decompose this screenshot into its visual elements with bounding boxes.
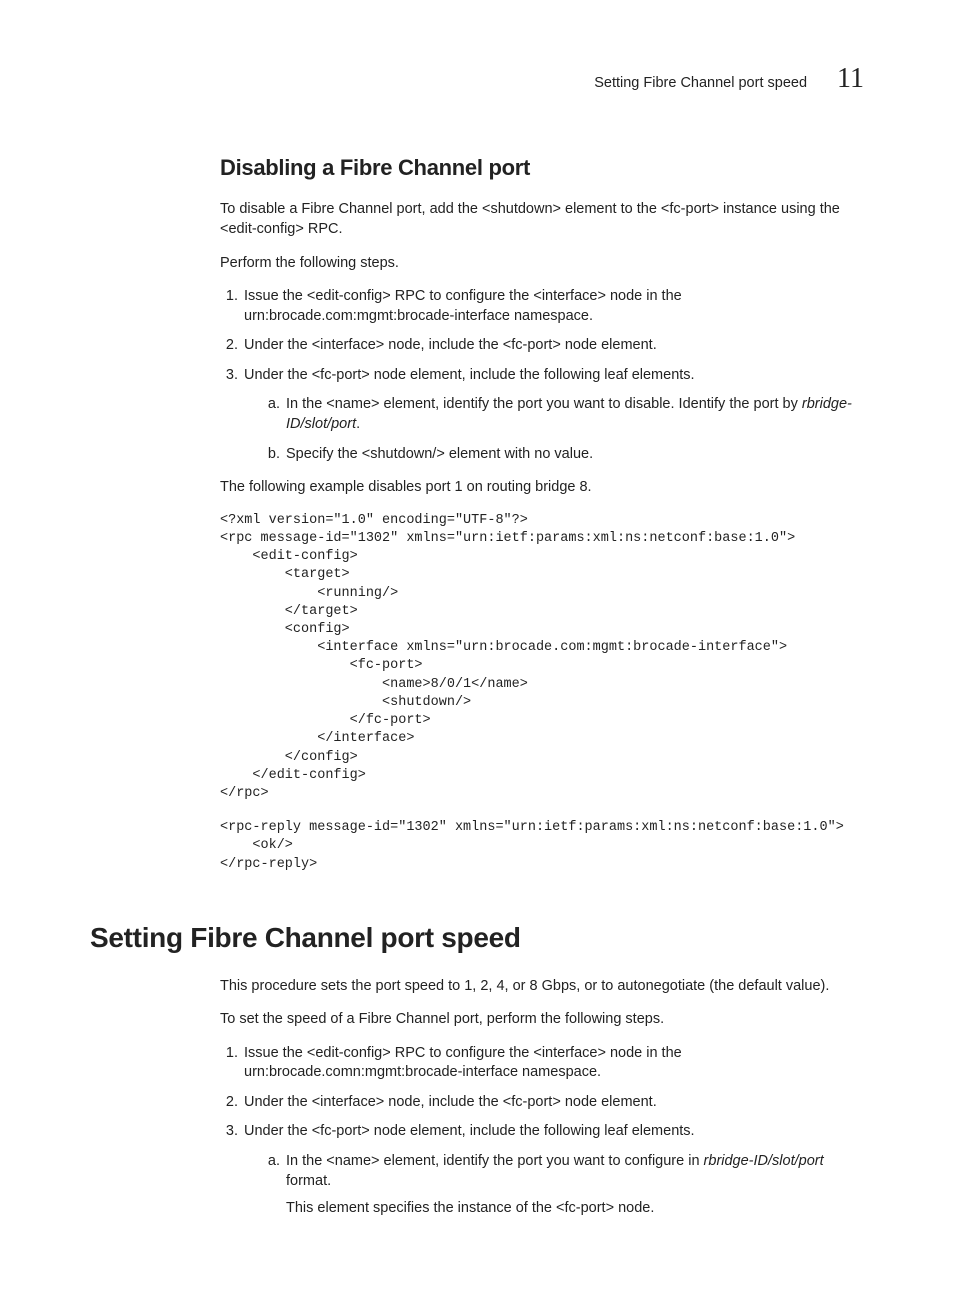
steps-list: Issue the <edit-config> RPC to configure… (220, 1044, 864, 1219)
step-item: Issue the <edit-config> RPC to configure… (242, 287, 864, 326)
substep-text: In the <name> element, identify the port… (286, 1153, 704, 1169)
steps-list: Issue the <edit-config> RPC to configure… (220, 287, 864, 464)
perform-paragraph: Perform the following steps. (220, 254, 864, 274)
section-body-port-speed: This procedure sets the port speed to 1,… (220, 977, 864, 1219)
step-item: Under the <interface> node, include the … (242, 336, 864, 356)
header-section-label: Setting Fibre Channel port speed (594, 74, 807, 94)
code-block-reply: <rpc-reply message-id="1302" xmlns="urn:… (220, 819, 864, 874)
section-heading-disable-port: Disabling a Fibre Channel port (220, 153, 864, 183)
substeps-list: In the <name> element, identify the port… (244, 395, 864, 464)
example-intro: The following example disables port 1 on… (220, 478, 864, 498)
step-item: Under the <fc-port> node element, includ… (242, 366, 864, 464)
substep-note: This element specifies the instance of t… (286, 1199, 864, 1219)
step-text: Under the <fc-port> node element, includ… (244, 1123, 695, 1139)
perform-paragraph: To set the speed of a Fibre Channel port… (220, 1010, 864, 1030)
substep-item: Specify the <shutdown/> element with no … (284, 445, 864, 465)
step-item: Under the <interface> node, include the … (242, 1093, 864, 1113)
substep-item: In the <name> element, identify the port… (284, 395, 864, 434)
substep-text: format. (286, 1173, 331, 1189)
section-body-disable-port: To disable a Fibre Channel port, add the… (220, 200, 864, 873)
section-heading-port-speed: Setting Fibre Channel port speed (90, 919, 864, 957)
code-block-request: <?xml version="1.0" encoding="UTF-8"?> <… (220, 512, 864, 804)
step-item: Issue the <edit-config> RPC to configure… (242, 1044, 864, 1083)
substeps-list: In the <name> element, identify the port… (244, 1152, 864, 1219)
substep-text: . (356, 416, 360, 432)
substep-item: In the <name> element, identify the port… (284, 1152, 864, 1219)
chapter-number: 11 (837, 60, 864, 98)
page-header: Setting Fibre Channel port speed 11 (90, 60, 864, 98)
step-item: Under the <fc-port> node element, includ… (242, 1122, 864, 1218)
substep-italic: rbridge-ID/slot/port (704, 1153, 824, 1169)
intro-paragraph: To disable a Fibre Channel port, add the… (220, 200, 864, 239)
substep-text: In the <name> element, identify the port… (286, 396, 802, 412)
step-text: Under the <fc-port> node element, includ… (244, 367, 695, 383)
intro-paragraph: This procedure sets the port speed to 1,… (220, 977, 864, 997)
